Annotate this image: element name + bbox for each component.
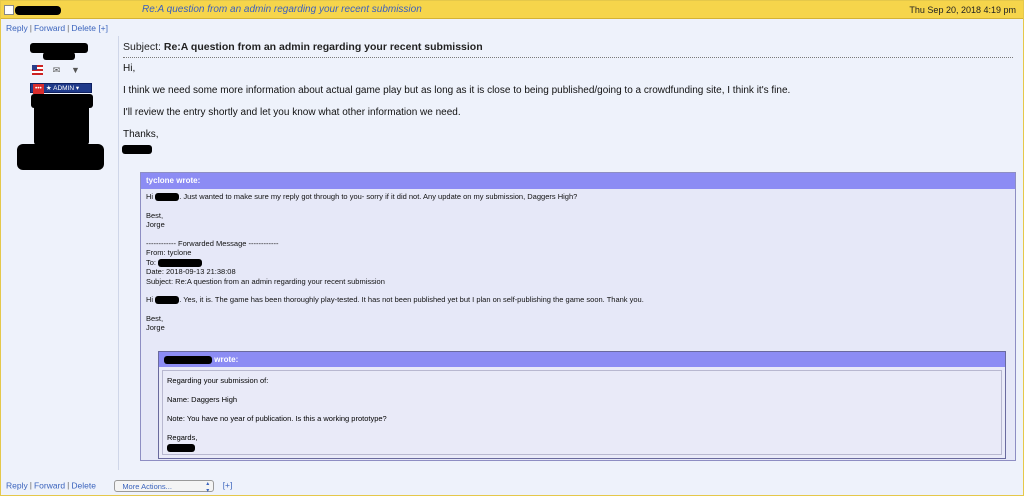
nested-header-text: wrote:: [214, 355, 239, 364]
badge-prefix: •••: [33, 84, 44, 94]
quote-text: Regarding your submission of:: [167, 376, 269, 385]
quoted-message: tyclone wrote: Hi . Just wanted to make …: [140, 172, 1016, 461]
quote-text: From: tyclone: [146, 248, 192, 257]
forward-link[interactable]: Forward: [34, 480, 65, 490]
chevron-down-icon[interactable]: ▼: [70, 65, 81, 75]
expand-toggle[interactable]: [+]: [223, 480, 233, 490]
message-date: Thu Sep 20, 2018 4:19 pm: [909, 5, 1016, 15]
quote-text: To:: [146, 257, 157, 267]
redacted-author-info: [17, 144, 104, 170]
delete-link[interactable]: Delete: [71, 23, 96, 33]
select-checkbox[interactable]: [4, 5, 14, 15]
reply-link[interactable]: Reply: [6, 23, 28, 33]
quote-text: Best,: [146, 313, 164, 323]
divider: |: [29, 480, 32, 491]
redacted-author-name: [43, 52, 75, 60]
redacted-username: [15, 6, 61, 15]
quote-text: Regards,: [167, 433, 198, 442]
forward-link[interactable]: Forward: [34, 23, 65, 33]
message-body: Hi, I think we need some more informatio…: [123, 62, 1015, 142]
redacted-name: [164, 355, 212, 364]
title-bar: Re:A question from an admin regarding yo…: [1, 1, 1023, 19]
divider: |: [67, 23, 70, 33]
title-subject[interactable]: Re:A question from an admin regarding yo…: [142, 4, 422, 15]
greeting: Hi,: [123, 63, 136, 74]
quote-text: Date: 2018-09-13 21:38:08: [146, 267, 236, 276]
forwarded-separator: ------------ Forwarded Message ---------…: [146, 238, 279, 248]
quote-text: . Yes, it is. The game has been thorough…: [179, 295, 644, 304]
expand-toggle[interactable]: [+]: [98, 23, 108, 33]
quote-text: Jorge: [146, 323, 165, 332]
quote-text: Subject: Re:A question from an admin reg…: [146, 276, 385, 286]
mail-icon[interactable]: ✉: [51, 65, 62, 75]
quote-text: Best,: [146, 210, 164, 220]
quote-text: . Just wanted to make sure my reply got …: [179, 192, 578, 201]
quote-text: Jorge: [146, 220, 165, 229]
quote-text: Hi: [146, 295, 154, 304]
redacted-name: [155, 296, 180, 305]
nested-quote-header: wrote:: [159, 352, 1005, 367]
quote-text: Hi: [146, 192, 154, 201]
bottom-actions: Reply|Forward|Delete More Actions... [+]: [6, 480, 233, 494]
redacted-signature: [167, 444, 195, 453]
more-actions-select[interactable]: More Actions...: [114, 480, 215, 494]
quote-body: Hi . Just wanted to make sure my reply g…: [141, 189, 1015, 345]
nested-quote: wrote: Regarding your submission of: Nam…: [158, 351, 1006, 459]
badge-label: ★ ADMIN ▾: [45, 85, 80, 92]
subject-label: Subject:: [123, 41, 161, 53]
redacted-author-info: [34, 105, 89, 145]
quote-header: tyclone wrote:: [141, 173, 1015, 189]
divider: |: [67, 480, 70, 491]
quote-text: Name: Daggers High: [167, 395, 238, 404]
nested-quote-body: Regarding your submission of: Name: Dagg…: [162, 370, 1002, 455]
top-actions: Reply | Forward | Delete [+]: [6, 23, 108, 33]
paragraph: I think we need some more information ab…: [123, 85, 791, 96]
message-panel: Re:A question from an admin regarding yo…: [0, 0, 1024, 496]
flag-icon: [32, 65, 43, 75]
message-content: Subject: Re:A question from an admin reg…: [123, 41, 1015, 142]
author-icons: ✉ ▼: [32, 65, 81, 75]
redacted-name: [155, 193, 180, 202]
redacted-recipient: [158, 258, 203, 267]
reply-link[interactable]: Reply: [6, 480, 28, 490]
closing: Thanks,: [123, 129, 159, 140]
redacted-signature: [122, 145, 152, 154]
subject-text: Re:A question from an admin regarding yo…: [163, 41, 483, 53]
admin-badge: ••• ★ ADMIN ▾: [30, 83, 92, 94]
paragraph: I'll review the entry shortly and let yo…: [123, 107, 461, 118]
quote-text: Note: You have no year of publication. I…: [167, 414, 387, 423]
divider: |: [29, 23, 32, 33]
delete-link[interactable]: Delete: [71, 480, 96, 490]
message-subject: Subject: Re:A question from an admin reg…: [123, 41, 1013, 58]
